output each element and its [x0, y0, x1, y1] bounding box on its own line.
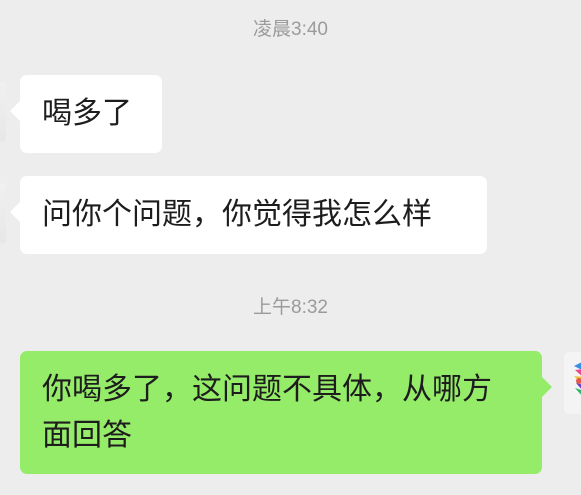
message-text: 你喝多了，这问题不具体，从哪方面回答: [42, 372, 492, 453]
chat-timestamp: 凌晨3:40: [253, 19, 328, 40]
outgoing-message-bubble[interactable]: 你喝多了，这问题不具体，从哪方面回答: [20, 351, 552, 474]
contact-avatar[interactable]: [0, 82, 6, 142]
contact-avatar[interactable]: [0, 183, 6, 243]
colorful-avatar-icon: [564, 352, 581, 414]
chat-timestamp: 上午8:32: [253, 297, 328, 318]
my-avatar-icon[interactable]: [564, 352, 581, 414]
incoming-message-bubble[interactable]: 喝多了: [10, 75, 162, 153]
message-text: 问你个问题，你觉得我怎么样: [42, 197, 432, 232]
incoming-message-bubble[interactable]: 问你个问题，你觉得我怎么样: [10, 176, 487, 254]
message-text: 喝多了: [42, 96, 132, 131]
